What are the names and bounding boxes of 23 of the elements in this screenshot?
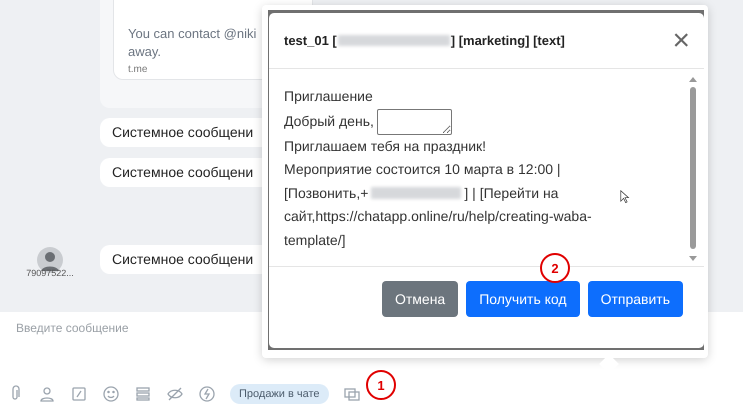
sender-number: 79097522... [26, 268, 74, 278]
link-preview-text: away. [128, 43, 162, 61]
template-text: сайт,https://chatapp.online/ru/help/creating-waba- [284, 207, 593, 226]
dialog-button[interactable]: Отправить [588, 281, 683, 317]
scrollbar[interactable] [688, 75, 698, 263]
input-field[interactable] [376, 108, 452, 134]
person-icon[interactable] [38, 385, 56, 403]
smiley-icon[interactable] [102, 385, 120, 403]
stack-icon[interactable] [134, 385, 152, 403]
step-marker: 1 [366, 370, 396, 400]
template-text: ] | [Перейти на [464, 184, 558, 203]
cursor-icon [620, 190, 630, 204]
dialog-button[interactable]: Отмена [382, 281, 458, 317]
close-button[interactable]: × [672, 26, 690, 56]
link-domain: t.me [128, 64, 148, 75]
lightning-icon[interactable] [198, 385, 216, 403]
slash-square-icon[interactable] [70, 385, 88, 403]
dialog-title: test_01 [ [284, 33, 337, 48]
template-text: Приглашение [284, 87, 374, 106]
sales-chip[interactable]: Продажи в чате [230, 384, 329, 404]
dialog-title: ] [marketing] [text] [450, 33, 565, 48]
eye-off-icon[interactable] [166, 385, 184, 403]
dialog-button[interactable]: Получить код [466, 281, 580, 317]
